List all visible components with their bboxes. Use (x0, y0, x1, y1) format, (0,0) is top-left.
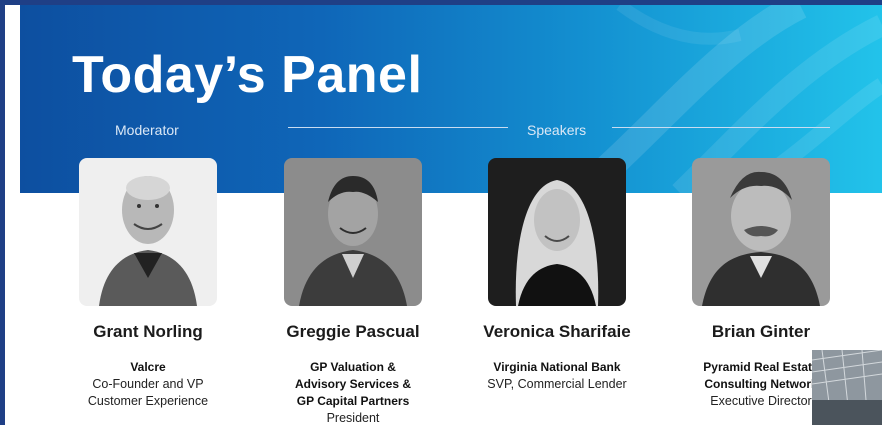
org-line: Valcre (130, 360, 166, 374)
role-line: Co-Founder and VP (92, 377, 204, 391)
role-line: President (326, 411, 380, 425)
role-line: Customer Experience (87, 394, 209, 408)
speakers-label: Speakers (527, 122, 587, 138)
panelist-role: SVP, Commercial Lender (447, 376, 667, 393)
divider-left (288, 127, 508, 128)
org-line: Virginia National Bank (493, 360, 621, 374)
panelist-org: Virginia National Bank (447, 359, 667, 376)
panelist-name: Grant Norling (93, 322, 203, 341)
panelist-card: Greggie Pascual GP Valuation & Advisory … (243, 158, 463, 425)
panelist-card: Veronica Sharifaie Virginia National Ban… (447, 158, 667, 393)
panelist-card: Grant Norling Valcre Co-Founder and VP C… (38, 158, 258, 410)
panelist-photo (488, 158, 626, 306)
panelist-name: Greggie Pascual (286, 322, 420, 341)
panelist-photo (284, 158, 422, 306)
panelist-role: President (243, 410, 463, 425)
org-line: GP Capital Partners (296, 394, 410, 408)
moderator-label: Moderator (115, 122, 179, 138)
presentation-frame: Today’s Panel Moderator Speakers Grant N… (5, 5, 882, 425)
panelist-org: Valcre (38, 359, 258, 376)
panelist-photo (79, 158, 217, 306)
slide: Today’s Panel Moderator Speakers Grant N… (20, 5, 882, 425)
org-line: Advisory Services & (294, 377, 412, 391)
panelist-photo (692, 158, 830, 306)
panelist-name: Brian Ginter (711, 322, 811, 341)
video-thumbnail[interactable] (812, 350, 882, 425)
ceiling-image (812, 350, 882, 425)
page-title: Today’s Panel (72, 46, 423, 104)
divider-right (612, 127, 830, 128)
panelist-name: Veronica Sharifaie (483, 322, 631, 341)
panelist-role: Co-Founder and VP Customer Experience (38, 376, 258, 410)
org-line: GP Valuation & (310, 360, 396, 374)
panelist-org: GP Valuation & Advisory Services & GP Ca… (243, 359, 463, 410)
role-line: SVP, Commercial Lender (487, 377, 627, 391)
